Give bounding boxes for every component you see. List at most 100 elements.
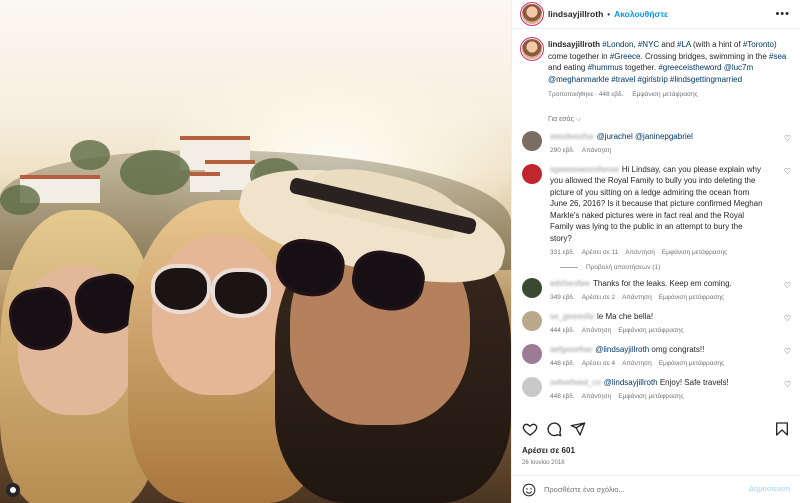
comment-body: se_gewesfw le Ma che bella! 444 εβδ. Απάντη… — [550, 311, 765, 337]
caption-text-segment: (with a hint of — [690, 40, 743, 49]
tagged-user-icon[interactable] — [6, 483, 20, 497]
commenter-avatar[interactable] — [522, 163, 542, 184]
comment-meta: 349 εβδ. Αρέσει σε 2 Απάντηση Εμφάνιση μετά… — [550, 292, 765, 304]
comment-body: awsdwesfse @jurachel @janinepgabriel 290 … — [550, 131, 765, 157]
translate-link[interactable]: Εμφάνιση μετάφρασης — [659, 294, 725, 301]
comment-body: edsfsesfwe Thanks for the leaks. Keep em … — [550, 278, 765, 304]
hashtag-link[interactable]: #Toronto — [743, 40, 774, 49]
author-username[interactable]: lindsayjillroth — [548, 9, 603, 19]
commenter-avatar[interactable] — [522, 376, 542, 397]
hashtag-link[interactable]: #LA — [677, 40, 691, 49]
background-tree — [120, 150, 190, 195]
hashtag-link[interactable]: #London — [602, 40, 633, 49]
commenter-username[interactable]: aefgwsefwe — [550, 345, 592, 354]
hashtag-link[interactable]: #greeceistheword — [658, 63, 721, 72]
comment-meta: 290 εβδ. Απάντηση — [550, 145, 765, 157]
more-options-icon[interactable]: ••• — [775, 8, 790, 20]
bookmark-icon[interactable] — [774, 421, 790, 437]
translate-link[interactable]: Εμφάνιση μετάφρασης — [618, 327, 684, 334]
reply-button[interactable]: Απάντηση — [625, 249, 655, 256]
hashtag-link[interactable]: #travel — [611, 75, 635, 84]
hashtag-link[interactable]: #sea — [769, 52, 786, 61]
caption-username[interactable]: lindsayjillroth — [548, 40, 600, 49]
comment-meta: 444 εβδ. Απάντηση Εμφάνιση μετάφρασης — [550, 325, 765, 337]
translate-link[interactable]: Εμφάνιση μετάφρασης — [632, 91, 698, 98]
commenter-avatar[interactable] — [522, 343, 542, 364]
replies-divider — [560, 266, 578, 268]
comment-likes[interactable]: Αρέσει σε 11 — [582, 249, 619, 256]
caption-time: 448 εβδ. — [598, 91, 624, 98]
caption-text-segment: and — [659, 40, 677, 49]
hashtag-link[interactable]: #Greece — [610, 52, 641, 61]
commenter-username[interactable]: sgewsewesrsfwrwe — [550, 165, 619, 174]
comment-like-icon[interactable]: ♡ — [784, 347, 791, 356]
comment-body: sefwefwed_co @lindsayjillroth Enjoy! Safe… — [550, 377, 765, 403]
commenter-avatar[interactable] — [522, 310, 542, 331]
comment-time: 448 εβδ. — [550, 393, 575, 400]
comment-like-icon[interactable]: ♡ — [784, 380, 791, 389]
post-date: 26 Ιουνίου 2016 — [522, 460, 565, 466]
chevron-down-icon: ⌵ — [575, 115, 582, 123]
author-avatar[interactable] — [522, 4, 542, 24]
hashtag-link[interactable]: #lindsgettingmarried — [670, 75, 742, 84]
translate-link[interactable]: Εμφάνιση μετάφρασης — [662, 249, 728, 256]
like-count[interactable]: Αρέσει σε 601 — [522, 446, 575, 455]
comment-like-icon[interactable]: ♡ — [784, 134, 791, 143]
caption-text-segment: . Crossing bridges, swimming in the — [640, 51, 769, 61]
post-image[interactable] — [0, 0, 511, 503]
comment-item: edsfsesfwe Thanks for the leaks. Keep em … — [512, 271, 800, 304]
mention-link[interactable]: @lindsayjillroth — [604, 378, 660, 387]
mention-link[interactable]: @lindsayjillroth — [595, 345, 651, 354]
heart-icon[interactable] — [522, 421, 538, 437]
comment-like-icon[interactable]: ♡ — [784, 314, 791, 323]
emoji-icon[interactable] — [522, 483, 536, 497]
comments-list[interactable]: lindsayjillroth #London, #NYC and #LA (w… — [512, 30, 800, 413]
mention-link[interactable]: @janinepgabriel — [635, 132, 693, 141]
comment-item: sgewsewesrsfwrwe Hi Lindsay, can you plea… — [512, 157, 800, 259]
reply-button[interactable]: Απάντηση — [622, 360, 652, 367]
commenter-username[interactable]: edsfsesfwe — [550, 279, 590, 288]
comment-likes[interactable]: Αρέσει σε 4 — [582, 360, 615, 367]
commenter-username[interactable]: sefwefwed_co — [550, 378, 601, 387]
post-comment-button[interactable]: Δημοσίευση — [749, 486, 790, 493]
commenter-avatar[interactable] — [522, 277, 542, 298]
reply-button[interactable]: Απάντηση — [622, 294, 652, 301]
hashtag-link[interactable]: #NYC — [638, 40, 659, 49]
view-replies-button[interactable]: Προβολή απαντήσεων (1) — [512, 259, 800, 271]
comment-text: le Ma che bella! — [597, 311, 654, 321]
commenter-username[interactable]: awsdwesfse — [550, 132, 594, 141]
commenter-avatar[interactable] — [522, 130, 542, 151]
caption: lindsayjillroth #London, #NYC and #LA (w… — [512, 30, 800, 101]
comment-likes[interactable]: Αρέσει σε 2 — [582, 294, 615, 301]
comment-text: omg congrats!! — [651, 344, 705, 354]
comment-body: aefgwsefwe @lindsayjillroth omg congrats!… — [550, 344, 765, 370]
comment-input[interactable]: Προσθέστε ένα σχόλιο... — [544, 485, 625, 494]
background-tree — [70, 140, 110, 170]
translate-link[interactable]: Εμφάνιση μετάφρασης — [659, 360, 725, 367]
comment-like-icon[interactable]: ♡ — [784, 281, 791, 290]
reply-button[interactable]: Απάντηση — [582, 147, 612, 154]
sort-dropdown[interactable]: Για εσάς ⌵ — [512, 101, 800, 124]
comment-like-icon[interactable]: ♡ — [784, 167, 791, 176]
caption-avatar[interactable] — [522, 39, 542, 59]
reply-button[interactable]: Απάντηση — [582, 327, 612, 334]
background-house — [190, 172, 220, 192]
share-icon[interactable] — [570, 421, 586, 437]
mention-link[interactable]: @jurachel — [597, 132, 635, 141]
reply-button[interactable]: Απάντηση — [582, 393, 612, 400]
sort-label: Για εσάς — [548, 115, 574, 123]
follow-button[interactable]: Ακολουθήστε — [614, 9, 668, 19]
background-tree — [0, 185, 40, 215]
caption-text-segment: together. — [622, 63, 659, 72]
hashtag-link[interactable]: #girlstrip — [638, 75, 668, 84]
commenter-username[interactable]: se_gewesfw — [550, 312, 594, 321]
comment-icon[interactable] — [546, 421, 562, 437]
hashtag-link[interactable]: @meghanmarkle — [548, 75, 609, 84]
edited-label: Τροποποιήθηκε — [548, 91, 594, 98]
caption-text: lindsayjillroth #London, #NYC and #LA (w… — [548, 39, 790, 101]
add-comment-bar: Προσθέστε ένα σχόλιο... Δημοσίευση — [512, 475, 800, 503]
translate-link[interactable]: Εμφάνιση μετάφρασης — [618, 393, 684, 400]
hashtag-link[interactable]: @luc7m — [724, 63, 753, 72]
hashtag-link[interactable]: #hummus — [588, 63, 623, 72]
action-bar — [522, 419, 790, 439]
